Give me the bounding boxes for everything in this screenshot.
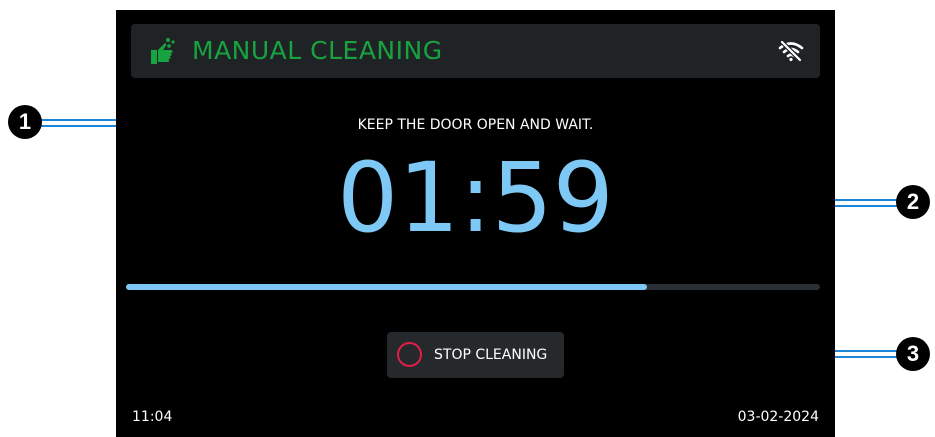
page-title: MANUAL CLEANING: [192, 36, 443, 65]
countdown-timer: 01:59: [337, 142, 614, 254]
progress-fill: [126, 284, 647, 290]
progress-bar: [126, 284, 820, 290]
current-date: 03-02-2024: [737, 409, 819, 425]
callout-badge-2: 2: [896, 185, 930, 219]
clock-time: 11:04: [132, 409, 173, 425]
stop-cleaning-button[interactable]: STOP CLEANING: [387, 332, 564, 378]
stop-circle-icon: [397, 342, 422, 367]
callout-badge-1: 1: [8, 105, 42, 139]
device-screen: MANUAL CLEANING KEEP THE DOOR OPEN AND W…: [116, 10, 835, 437]
header-bar: MANUAL CLEANING: [131, 24, 820, 78]
instruction-text: KEEP THE DOOR OPEN AND WAIT.: [357, 117, 594, 133]
cleaning-hand-icon: [151, 38, 175, 64]
stop-button-label: STOP CLEANING: [434, 347, 548, 363]
diagram-stage: MANUAL CLEANING KEEP THE DOOR OPEN AND W…: [0, 0, 935, 437]
callout-badge-3: 3: [896, 337, 930, 371]
wifi-off-icon: [778, 40, 804, 62]
